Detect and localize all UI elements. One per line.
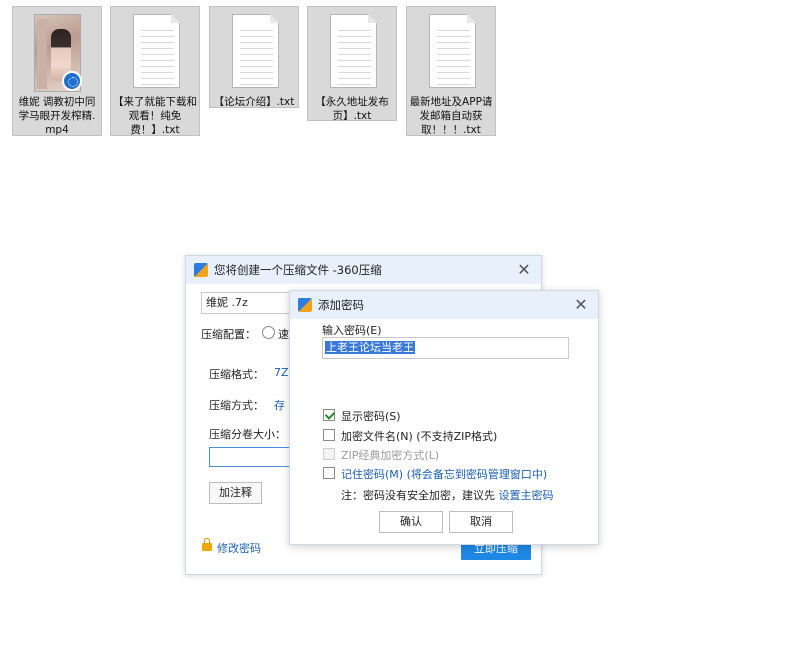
add-comment-button[interactable]: 加注释 (209, 482, 262, 504)
dialog-title: 您将创建一个压缩文件 -360压缩 (214, 263, 382, 277)
file-name: 【永久地址发布页】.txt (315, 96, 389, 122)
set-master-password-link[interactable]: 设置主密码 (499, 489, 554, 502)
dialog-titlebar: 您将创建一个压缩文件 -360压缩 ✕ (186, 256, 541, 284)
security-note: 注：密码没有安全加密，建议先 设置主密码 (341, 487, 554, 503)
text-file-icon (133, 14, 180, 88)
confirm-button[interactable]: 确认 (379, 511, 443, 533)
text-file-icon (232, 14, 279, 88)
method-label: 压缩方式： (209, 399, 264, 412)
file-item-text[interactable]: 【永久地址发布页】.txt (307, 6, 397, 122)
config-label: 压缩配置： (201, 328, 256, 341)
file-item-text[interactable]: 【论坛介绍】.txt (209, 6, 299, 108)
close-icon[interactable]: ✕ (572, 296, 590, 314)
file-item-video[interactable]: 维妮 调教初中同学马眼开发榨精.mp4 (12, 6, 102, 136)
format-label: 压缩格式： (209, 368, 264, 381)
dialog-title: 添加密码 (318, 298, 364, 312)
dialog-titlebar: 添加密码 ✕ (290, 291, 598, 319)
config-radio[interactable] (262, 326, 275, 339)
encrypt-filenames-checkbox[interactable] (323, 429, 335, 441)
cancel-button[interactable]: 取消 (449, 511, 513, 533)
method-value[interactable]: 存 (274, 397, 285, 413)
video-play-badge-icon (62, 71, 82, 91)
file-name: 【论坛介绍】.txt (213, 96, 295, 108)
show-password-label: 显示密码(S) (341, 410, 401, 423)
config-option-label: 速 (278, 328, 289, 341)
remember-password-label: 记住密码(M) (将会备忘到密码管理窗口中) (341, 468, 548, 481)
modify-password-link[interactable]: 修改密码 (217, 540, 261, 556)
show-password-checkbox[interactable] (323, 409, 335, 421)
format-value[interactable]: 7Z (274, 366, 289, 379)
password-value: 上老王论坛当老王 (325, 341, 415, 354)
security-note-text: 注：密码没有安全加密，建议先 (341, 489, 499, 502)
file-name: 【来了就能下载和观看！纯免费！】.txt (113, 96, 197, 136)
app-360zip-icon (298, 298, 312, 312)
zip-classic-checkbox[interactable] (323, 448, 335, 460)
lock-icon (202, 538, 212, 551)
file-item-text[interactable]: 【来了就能下载和观看！纯免费！】.txt (110, 6, 200, 136)
file-name: 维妮 调教初中同学马眼开发榨精.mp4 (18, 96, 96, 136)
file-item-text[interactable]: 最新地址及APP请发邮箱自动获取！！！.txt (406, 6, 496, 136)
password-input-label: 输入密码(E) (322, 324, 382, 337)
encrypt-filenames-label: 加密文件名(N) (不支持ZIP格式) (341, 430, 498, 443)
split-size-input[interactable] (209, 447, 299, 467)
password-input[interactable]: 上老王论坛当老王 (322, 337, 569, 359)
close-icon[interactable]: ✕ (515, 261, 533, 279)
file-name: 最新地址及APP请发邮箱自动获取！！！.txt (409, 96, 493, 136)
text-file-icon (330, 14, 377, 88)
text-file-icon (429, 14, 476, 88)
split-size-label: 压缩分卷大小： (209, 428, 286, 441)
app-360zip-icon (194, 263, 208, 277)
remember-password-checkbox[interactable] (323, 467, 335, 479)
add-password-dialog: 添加密码 ✕ 输入密码(E) 上老王论坛当老王 显示密码(S) 加密文件名(N)… (289, 290, 599, 545)
zip-classic-label: ZIP经典加密方式(L) (341, 449, 440, 462)
